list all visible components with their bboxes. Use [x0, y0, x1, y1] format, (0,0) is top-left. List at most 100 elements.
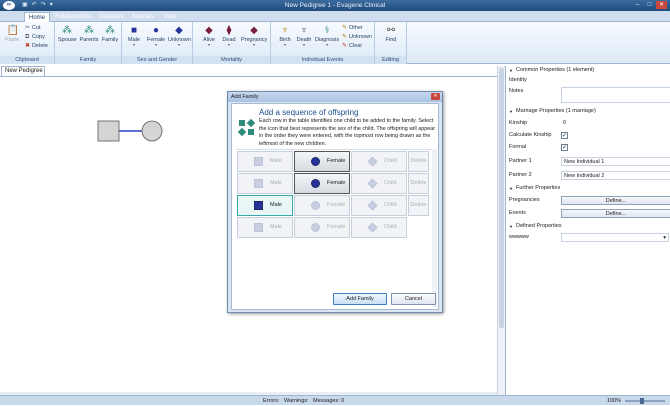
child-option[interactable]: Child	[351, 151, 407, 172]
formal-checkbox[interactable]: ✓	[561, 144, 568, 151]
female-button[interactable]: ● Female ▾	[146, 25, 166, 47]
unknown-sex-button[interactable]: ◆ Unknown ▾	[168, 25, 191, 47]
dialog-heading: Add a sequence of offspring	[259, 108, 359, 117]
parents-icon: ⁂	[84, 25, 94, 36]
delete-button[interactable]: ✖ Delete	[25, 43, 48, 50]
pregnancy-button[interactable]: ◆ Pregnancy ▾	[241, 25, 267, 47]
identity-row: Identity	[509, 77, 527, 83]
zoom-slider-thumb[interactable]	[640, 398, 644, 404]
male-button[interactable]: ■ Male ▾	[126, 25, 142, 47]
group-editing: ⚯ Find Editing	[375, 22, 407, 64]
diamond-icon	[367, 178, 378, 189]
group-individual-events: ♆ Birth ▾ ♆ Death ▾ ⚕ Diagnosis ▾ ✎ Other ✎ Unkn…	[271, 22, 375, 64]
birth-button[interactable]: ♆ Birth ▾	[277, 25, 293, 47]
status-bar: Errors: Warnings: Messages: 0 100%	[0, 395, 670, 405]
female-option[interactable]: Female	[294, 173, 350, 194]
diagnosis-button[interactable]: ⚕ Diagnosis ▾	[315, 25, 339, 47]
further-properties-header[interactable]: ▼ Further Properties	[506, 184, 670, 193]
parents-button[interactable]: ⁂ Parents	[79, 25, 99, 43]
dead-icon: ⧫	[226, 25, 232, 36]
minimize-icon[interactable]: –	[632, 1, 643, 9]
formal-row: Formal ✓	[509, 144, 568, 151]
document-tab[interactable]: New Pedigree 1	[1, 66, 45, 83]
clear-events-button[interactable]: ✎ Clear	[342, 43, 362, 50]
female-option[interactable]: Female	[294, 195, 350, 216]
add-family-button[interactable]: Add Family	[333, 293, 387, 305]
diamond-icon	[367, 156, 378, 167]
diamond-icon	[367, 200, 378, 211]
diagnosis-icon: ⚕	[324, 25, 330, 36]
pregnancy-icon: ◆	[250, 25, 258, 36]
ribbon: 📋 Paste ✂ Cut ⧉ Copy ✖ Delete Clipboard ⁂ Spo…	[0, 22, 670, 64]
male-option[interactable]: Male	[237, 173, 293, 194]
grid-scrollbar[interactable]	[432, 149, 437, 307]
tab-diseases[interactable]: Diseases	[95, 12, 128, 22]
square-icon	[254, 179, 263, 188]
dialog-close-icon[interactable]: ✕	[431, 93, 440, 100]
female-individual[interactable]	[141, 120, 163, 142]
scroll-thumb[interactable]	[499, 68, 504, 328]
male-option[interactable]: Male	[237, 217, 293, 238]
child-option[interactable]: Child	[351, 217, 407, 238]
common-properties-header[interactable]: ▼ Common Properties (1 element)	[506, 66, 670, 75]
circle-icon	[311, 223, 320, 232]
close-icon[interactable]: ✕	[656, 1, 667, 9]
define-events-button[interactable]: Define...	[561, 209, 670, 218]
child-option[interactable]: Child	[351, 173, 407, 194]
spouse-button[interactable]: ⁂ Spouse	[58, 25, 77, 43]
tab-relationships[interactable]: Relationships	[51, 12, 95, 22]
tab-home[interactable]: Home	[24, 12, 51, 22]
notes-field[interactable]	[561, 87, 670, 103]
female-option[interactable]: Female	[294, 217, 350, 238]
pregnancies-row: Pregnancies Define...	[506, 195, 670, 206]
find-button[interactable]: ⚯ Find	[382, 25, 400, 43]
circle-icon: ●	[152, 25, 160, 36]
female-option[interactable]: Female	[294, 151, 350, 172]
maximize-icon[interactable]: □	[644, 1, 655, 9]
collapse-icon: ▼	[509, 68, 513, 73]
square-icon	[254, 223, 263, 232]
unknown-event-icon: ✎	[342, 34, 348, 40]
marriage-properties-header[interactable]: ▼ Marriage Properties (1 marriage)	[506, 107, 670, 116]
paste-button[interactable]: 📋 Paste	[4, 25, 20, 43]
partner2-field[interactable]: New Individual 2	[561, 171, 670, 180]
copy-button[interactable]: ⧉ Copy	[25, 34, 45, 41]
group-sex-gender: ■ Male ▾ ● Female ▾ ◆ Unknown ▾ Sex and Gender	[122, 22, 193, 64]
defined-properties-header[interactable]: ▼ Defined Properties	[506, 222, 670, 231]
male-option[interactable]: Male	[237, 195, 293, 216]
collapse-icon: ▼	[509, 224, 513, 229]
death-button[interactable]: ♆ Death ▾	[295, 25, 313, 47]
defined-property-select[interactable]: ▾	[561, 233, 669, 242]
zoom-slider[interactable]	[625, 400, 665, 402]
delete-row-button[interactable]: Delete	[408, 151, 429, 172]
circle-icon	[311, 179, 320, 188]
unknown-event-button[interactable]: ✎ Unknown	[342, 34, 372, 41]
alive-icon: ◆	[205, 25, 213, 36]
properties-panel: ▼ Common Properties (1 element) Identity …	[505, 66, 670, 395]
window-title: New Pedigree 1 - Evagene Clinical	[284, 2, 386, 9]
kinship-row: Kinship 0	[506, 118, 670, 129]
partner1-field[interactable]: New Individual 1	[561, 157, 670, 166]
tab-view[interactable]: View	[160, 12, 181, 22]
delete-row-button[interactable]: Delete	[408, 195, 429, 216]
calculate-kinship-row: Calculate Kinship ✓	[509, 132, 568, 139]
delete-icon: ✖	[25, 43, 31, 49]
child-option[interactable]: Child	[351, 195, 407, 216]
delete-row-button[interactable]: Delete	[408, 173, 429, 194]
dead-button[interactable]: ⧫ Dead ▾	[221, 25, 237, 47]
define-pregnancies-button[interactable]: Define...	[561, 196, 670, 205]
male-individual[interactable]	[97, 120, 120, 142]
family-button[interactable]: ⁂ Family	[101, 25, 119, 43]
clear-icon: ✎	[342, 43, 348, 49]
dialog-description: Each row in the table identifies one chi…	[259, 118, 435, 147]
add-family-icon	[238, 119, 255, 136]
offspring-grid: Male Female Child Delete Male Female Chi…	[236, 149, 432, 307]
male-option[interactable]: Male	[237, 151, 293, 172]
cut-button[interactable]: ✂ Cut	[25, 25, 41, 32]
other-event-button[interactable]: ✎ Other	[342, 25, 363, 32]
tab-species[interactable]: Species	[128, 12, 157, 22]
cancel-button[interactable]: Cancel	[391, 293, 436, 305]
vertical-scrollbar[interactable]	[497, 66, 505, 395]
alive-button[interactable]: ◆ Alive ▾	[201, 25, 217, 47]
calculate-kinship-checkbox[interactable]: ✓	[561, 132, 568, 139]
